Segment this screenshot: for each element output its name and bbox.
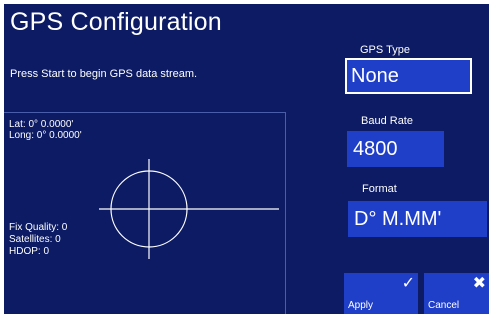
baud-rate-selector[interactable]: 4800 (347, 131, 444, 167)
apply-button[interactable]: Apply ✓ (344, 273, 418, 314)
gps-configuration-screen: GPS Configuration Press Start to begin G… (4, 4, 489, 314)
gps-type-selector[interactable]: None (345, 58, 472, 94)
instructions-text: Press Start to begin GPS data stream. (10, 68, 198, 80)
fix-quality-readout: Fix Quality: 0 (9, 222, 68, 233)
baud-rate-label: Baud Rate (361, 115, 413, 127)
longitude-readout: Long: 0° 0.0000' (9, 130, 82, 141)
format-selector[interactable]: D° M.MM' (348, 201, 487, 237)
cancel-button-label: Cancel (428, 300, 460, 311)
page-title: GPS Configuration (10, 8, 222, 36)
latitude-readout: Lat: 0° 0.0000' (9, 119, 74, 130)
position-plot-panel: Lat: 0° 0.0000' Long: 0° 0.0000' Fix Qua… (4, 112, 286, 314)
hdop-readout: HDOP: 0 (9, 246, 50, 257)
apply-button-label: Apply (348, 300, 374, 311)
gps-type-label: GPS Type (360, 44, 410, 56)
close-icon: ✖ (472, 275, 486, 292)
cancel-button[interactable]: Cancel ✖ (424, 273, 489, 314)
position-crosshair-icon (99, 159, 279, 259)
check-icon: ✓ (401, 275, 415, 292)
satellites-readout: Satellites: 0 (9, 234, 61, 245)
format-label: Format (362, 183, 397, 195)
